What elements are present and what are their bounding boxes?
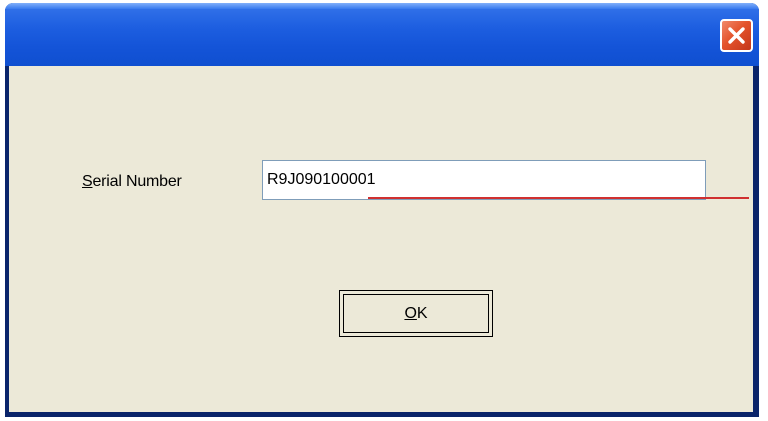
serial-number-label: Serial Number	[82, 173, 182, 191]
close-button[interactable]	[720, 19, 753, 52]
ok-button-accelerator: O	[404, 305, 417, 322]
ok-button-label: OK	[340, 305, 492, 323]
serial-number-label-text: erial Number	[92, 173, 182, 190]
serial-number-label-accelerator: S	[82, 173, 93, 190]
dialog-client-area: Serial Number OK	[9, 66, 753, 412]
dialog-window: Serial Number OK	[5, 3, 759, 417]
title-bar[interactable]	[5, 3, 759, 66]
ok-button-label-rest: K	[416, 305, 428, 322]
annotation-line	[368, 197, 749, 199]
close-icon	[728, 27, 745, 44]
serial-number-input[interactable]	[262, 160, 706, 200]
ok-button[interactable]: OK	[339, 290, 493, 337]
